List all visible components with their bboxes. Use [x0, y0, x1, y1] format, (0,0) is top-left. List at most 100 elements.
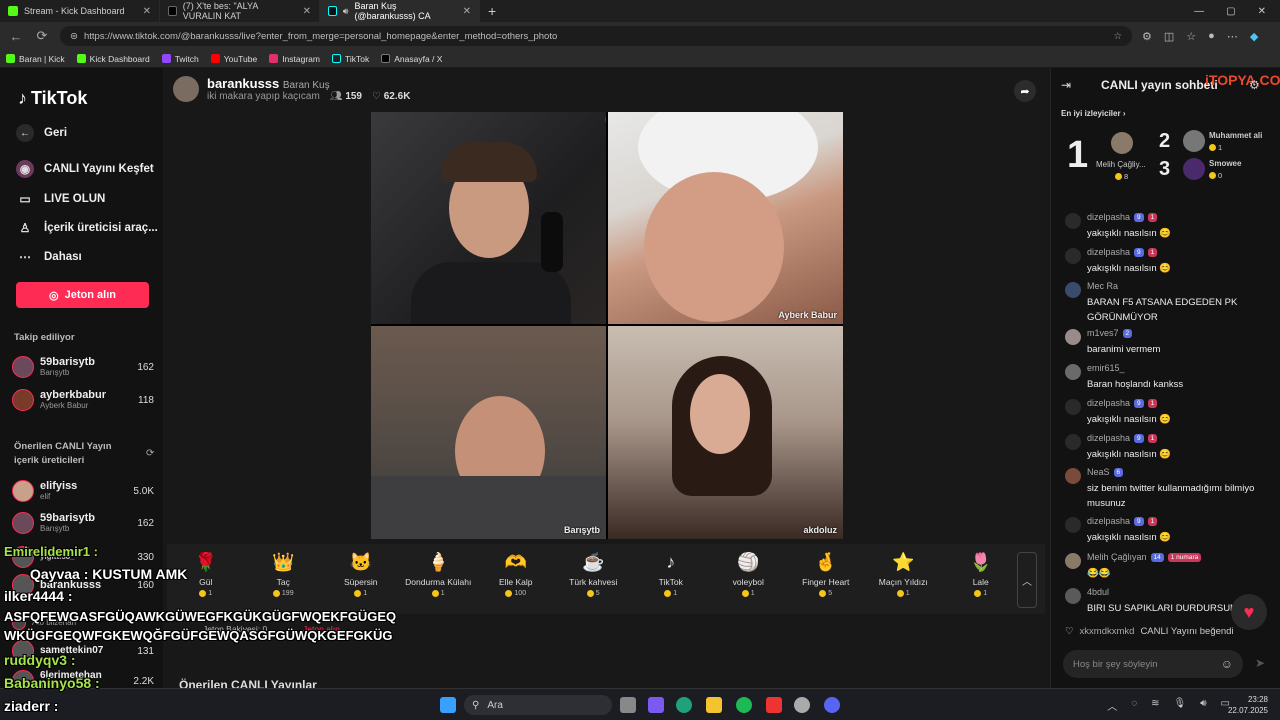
browser-tab-tiktok[interactable]: 🔊︎ Baran Kuş (@barankusss) CA ✕ [320, 0, 480, 22]
nav-creator-tools[interactable]: ♙ İçerik üreticisi araç... [16, 219, 158, 237]
nav-more[interactable]: ⋯ Dahası [16, 248, 82, 266]
taskbar-clock[interactable]: 23:28 22.07.2025 [1228, 694, 1268, 716]
chevron-up-icon[interactable]: ︿ [1107, 698, 1117, 713]
nav-go-live[interactable]: ▭ LIVE OLUN [16, 190, 105, 208]
speaker-icon[interactable]: 🔊︎ [1200, 698, 1206, 713]
nav-live-explore[interactable]: ◉ CANLI Yayını Keşfet [16, 160, 154, 178]
like-heart-button[interactable]: ♥ [1231, 594, 1267, 630]
host-avatar[interactable] [173, 76, 199, 102]
bookmark-star-icon[interactable]: ☆ [1113, 31, 1122, 42]
wifi-icon[interactable]: ≋ [1151, 698, 1159, 713]
menu-dots-icon[interactable]: ⋯ [1227, 30, 1238, 43]
close-icon[interactable]: ✕ [463, 6, 471, 17]
avatar[interactable] [1183, 130, 1205, 152]
chat-username[interactable]: Melih Çağlıyan [1087, 552, 1147, 562]
gift-item[interactable]: ⭐ Maçın Yıldızı 1 [865, 552, 943, 597]
avatar[interactable] [1065, 517, 1081, 533]
task-view-icon[interactable] [620, 697, 636, 713]
chat-messages[interactable]: dizelpasha 9 1 yakışıklı nasılsın 😊 dizelp… [1051, 188, 1280, 648]
windows-start-icon[interactable] [440, 697, 456, 713]
avatar[interactable] [1065, 399, 1081, 415]
refresh-icon[interactable]: ⟳ [146, 448, 154, 459]
browser-tab-x[interactable]: (7) X'te bes: "ALYA VURALIN KAT ✕ [160, 0, 320, 22]
gift-item[interactable]: 🐱 Süpersin 1 [322, 552, 400, 597]
gift-item[interactable]: ☕ Türk kahvesi 5 [555, 552, 633, 597]
edge-icon[interactable] [676, 697, 692, 713]
bookmark-item[interactable]: Twitch [161, 54, 199, 64]
refresh-icon[interactable]: ⟳ [34, 28, 50, 44]
chat-message[interactable]: emir615_ Baran hoşlandı kankss [1065, 363, 1275, 392]
chat-message[interactable]: m1ves7 2 baranimi vermem [1065, 328, 1275, 357]
chat-username[interactable]: Mec Ra [1087, 281, 1118, 291]
chat-username[interactable]: dizelpasha [1087, 433, 1130, 443]
multi-guest-video-grid[interactable]: ılı Ayberk Babur Barışytb akdoluz [371, 112, 843, 539]
obs-icon[interactable] [794, 697, 810, 713]
chat-message[interactable]: dizelpasha 9 1 yakışıklı nasılsın 😊 [1065, 398, 1275, 427]
chat-input[interactable]: Hoş bir şey söyleyin ☺ [1063, 650, 1243, 678]
new-tab-button[interactable]: + [488, 3, 496, 19]
gift-item[interactable]: 🌷 Lale 1 [942, 552, 1020, 597]
gift-expand-button[interactable]: ︿ [1017, 552, 1037, 608]
chat-message[interactable]: dizelpasha 9 1 yakışıklı nasılsın 😊 [1065, 433, 1275, 462]
tiktok-logo[interactable]: ♪ TikTok [18, 88, 87, 109]
close-icon[interactable]: ✕ [303, 6, 311, 17]
suggested-item[interactable]: elifyiss elif 5.0K [12, 480, 154, 502]
chat-message[interactable]: Mec Ra BARAN F5 ATSANA EDGEDEN PK GÖRÜNM… [1065, 281, 1275, 325]
video-cell-guest[interactable]: Barışytb [371, 326, 606, 539]
gift-item[interactable]: ♪ TikTok 1 [632, 552, 710, 597]
send-icon[interactable]: ➤ [1255, 656, 1265, 670]
bookmark-item[interactable]: Anasayfa / X [381, 54, 442, 64]
bookmark-item[interactable]: Instagram [269, 54, 320, 64]
following-item[interactable]: 59barisytb Barışytb 162 [12, 356, 154, 378]
microphone-icon[interactable]: 🎙︎ [1174, 698, 1187, 713]
avatar[interactable] [1065, 588, 1081, 604]
share-button[interactable]: ➦ [1014, 80, 1036, 102]
avatar[interactable] [1183, 158, 1205, 180]
chat-message[interactable]: Melih Çağlıyan 14 1 numara 😂😂 [1065, 552, 1275, 581]
chat-username[interactable]: dizelpasha [1087, 212, 1130, 222]
bookmark-item[interactable]: Baran | Kick [6, 54, 65, 64]
gift-item[interactable]: 🤞 Finger Heart 5 [787, 552, 865, 597]
top-viewers-heading[interactable]: En iyi izleyiciler › [1061, 109, 1126, 118]
avatar[interactable] [1065, 434, 1081, 450]
close-icon[interactable]: ✕ [143, 6, 151, 17]
minimize-icon[interactable]: — [1194, 6, 1204, 17]
video-cell-host[interactable]: ılı [371, 112, 606, 324]
host-username[interactable]: barankusss [207, 76, 279, 91]
discord-icon[interactable] [824, 697, 840, 713]
copilot-icon[interactable]: ◆ [1250, 30, 1258, 43]
spotify-icon[interactable] [736, 697, 752, 713]
chat-message[interactable]: dizelpasha 9 1 yakışıklı nasılsın 😊 [1065, 247, 1275, 276]
maximize-icon[interactable]: ▢ [1226, 6, 1235, 17]
video-cell-guest[interactable]: Ayberk Babur [608, 112, 843, 324]
avatar[interactable] [1065, 213, 1081, 229]
avatar[interactable] [1065, 553, 1081, 569]
chat-username[interactable]: dizelpasha [1087, 398, 1130, 408]
chat-message[interactable]: NeaS 6 siz benim twitter kullanmadığımı b… [1065, 467, 1275, 511]
gift-item[interactable]: 👑 Taç 199 [245, 552, 323, 597]
buy-coins-button[interactable]: ◎ Jeton alın [16, 282, 149, 308]
settings-gear-icon[interactable]: ⚙ [1249, 78, 1260, 92]
chat-username[interactable]: dizelpasha [1087, 247, 1130, 257]
chat-username[interactable]: NeaS [1087, 467, 1110, 477]
network-icon[interactable]: ◌ [1131, 698, 1137, 713]
bookmark-item[interactable]: YouTube [210, 54, 257, 64]
chat-username[interactable]: m1ves7 [1087, 328, 1119, 338]
following-item[interactable]: ayberkbabur Ayberk Babur 118 [12, 389, 154, 411]
bookmark-item[interactable]: Kick Dashboard [76, 54, 150, 64]
site-info-icon[interactable]: ⊜ [70, 31, 78, 42]
profile-avatar-icon[interactable]: ● [1208, 30, 1215, 43]
collapse-chat-icon[interactable]: ⇥ [1061, 78, 1071, 92]
gift-item[interactable]: 🏐 voleybol 1 [710, 552, 788, 597]
favorites-icon[interactable]: ☆ [1186, 30, 1196, 43]
chat-username[interactable]: dizelpasha [1087, 516, 1130, 526]
gift-item[interactable]: 🫶 Elle Kalp 100 [477, 552, 555, 597]
extensions-icon[interactable]: ⚙ [1142, 30, 1152, 43]
video-cell-guest[interactable]: akdoluz [608, 326, 843, 539]
avatar[interactable] [1111, 132, 1133, 154]
split-screen-icon[interactable]: ◫ [1164, 30, 1174, 43]
nav-back[interactable]: ← Geri [16, 124, 67, 142]
chat-username[interactable]: emir615_ [1087, 363, 1125, 373]
close-window-icon[interactable]: ✕ [1258, 6, 1266, 17]
avatar[interactable] [1065, 364, 1081, 380]
